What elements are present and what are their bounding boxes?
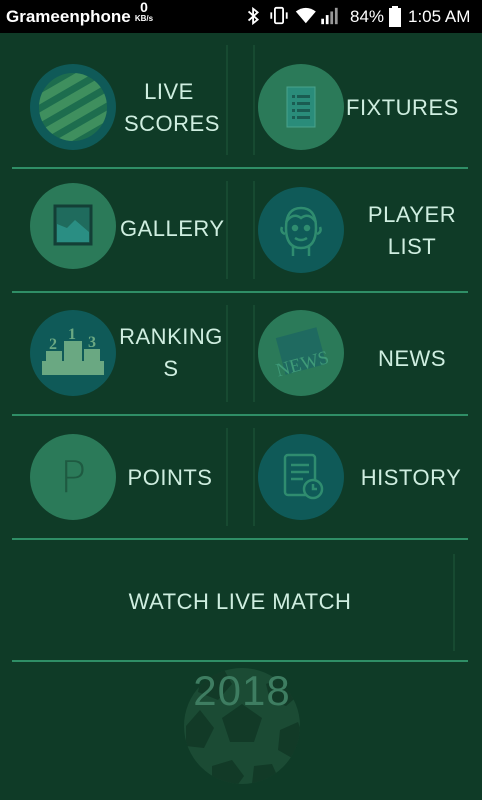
network-speed-unit: KB/s bbox=[134, 14, 154, 23]
watch-live-match-label: WATCH LIVE MATCH bbox=[128, 589, 352, 614]
gallery-tile[interactable]: GALLERY bbox=[12, 169, 226, 291]
clock: 1:05 AM bbox=[408, 7, 471, 26]
carrier-name: Grameenphone bbox=[6, 7, 131, 26]
svg-text:3: 3 bbox=[88, 334, 96, 351]
divider-vertical bbox=[226, 428, 228, 526]
divider-vertical bbox=[226, 305, 228, 402]
fixtures-icon bbox=[258, 64, 344, 150]
vibrate-icon bbox=[270, 6, 288, 25]
player-list-icon bbox=[258, 187, 344, 273]
svg-text:2: 2 bbox=[49, 336, 57, 353]
fixtures-tile[interactable]: FIXTURES bbox=[254, 33, 468, 167]
divider-vertical bbox=[226, 45, 228, 155]
live-scores-label: LIVE SCORES bbox=[124, 76, 220, 140]
divider-vertical bbox=[453, 554, 455, 651]
bluetooth-icon bbox=[247, 6, 260, 26]
divider-vertical bbox=[226, 181, 228, 279]
rankings-label-line2: S bbox=[163, 356, 179, 381]
wifi-icon bbox=[295, 7, 316, 24]
player-list-label-line1: PLAYER bbox=[367, 202, 457, 227]
history-icon bbox=[258, 434, 344, 520]
battery-percent: 84% bbox=[350, 7, 385, 26]
battery-icon bbox=[389, 6, 401, 27]
rankings-label-line1: RANKING bbox=[119, 324, 223, 349]
main-menu-panel: LIVE SCORES FIXTURES GALLERY PLAYER LIST… bbox=[0, 33, 482, 800]
points-label: POINTS bbox=[127, 465, 213, 490]
status-bar: Grameenphone 0 KB/s 84% 1:05 AM bbox=[0, 0, 482, 33]
menu-row-1: LIVE SCORES FIXTURES bbox=[12, 33, 468, 167]
player-list-label: PLAYER LIST bbox=[352, 199, 472, 263]
player-list-tile[interactable]: PLAYER LIST bbox=[254, 169, 468, 291]
menu-row-2: GALLERY PLAYER LIST bbox=[12, 169, 468, 291]
gallery-icon bbox=[30, 183, 116, 269]
news-label: NEWS bbox=[378, 346, 446, 371]
history-tile[interactable]: HISTORY bbox=[254, 416, 468, 538]
gallery-label: GALLERY bbox=[120, 216, 225, 241]
rankings-icon: 2 1 3 bbox=[30, 310, 116, 396]
year-text: 2018 bbox=[193, 667, 291, 714]
signal-icon bbox=[321, 7, 338, 25]
player-list-label-line2: LIST bbox=[387, 234, 437, 259]
network-speed-value: 0 bbox=[140, 0, 148, 15]
divider-horizontal bbox=[12, 660, 468, 662]
status-icons bbox=[247, 6, 338, 26]
svg-text:1: 1 bbox=[68, 326, 76, 343]
history-label: HISTORY bbox=[360, 465, 462, 490]
live-scores-label-line1: LIVE bbox=[144, 79, 194, 104]
fixtures-label: FIXTURES bbox=[346, 95, 459, 120]
news-tile[interactable]: NEWS NEWS bbox=[254, 293, 468, 414]
news-icon: NEWS bbox=[258, 310, 344, 396]
points-tile[interactable]: P POINTS bbox=[12, 416, 226, 538]
live-scores-label-line2: SCORES bbox=[124, 111, 220, 136]
rankings-label: RANKING S bbox=[115, 321, 227, 385]
rankings-tile[interactable]: 2 1 3 RANKING S bbox=[12, 293, 226, 414]
menu-row-4: P POINTS HISTORY bbox=[12, 416, 468, 538]
points-icon-letter: P bbox=[59, 451, 87, 503]
watch-live-match-button[interactable]: WATCH LIVE MATCH bbox=[12, 540, 468, 665]
live-scores-icon bbox=[30, 64, 116, 150]
menu-row-3: 2 1 3 RANKING S NEWS NEWS bbox=[12, 293, 468, 414]
live-scores-tile[interactable]: LIVE SCORES bbox=[12, 33, 226, 167]
network-speed: 0 KB/s bbox=[131, 0, 157, 24]
points-icon: P bbox=[30, 434, 116, 520]
